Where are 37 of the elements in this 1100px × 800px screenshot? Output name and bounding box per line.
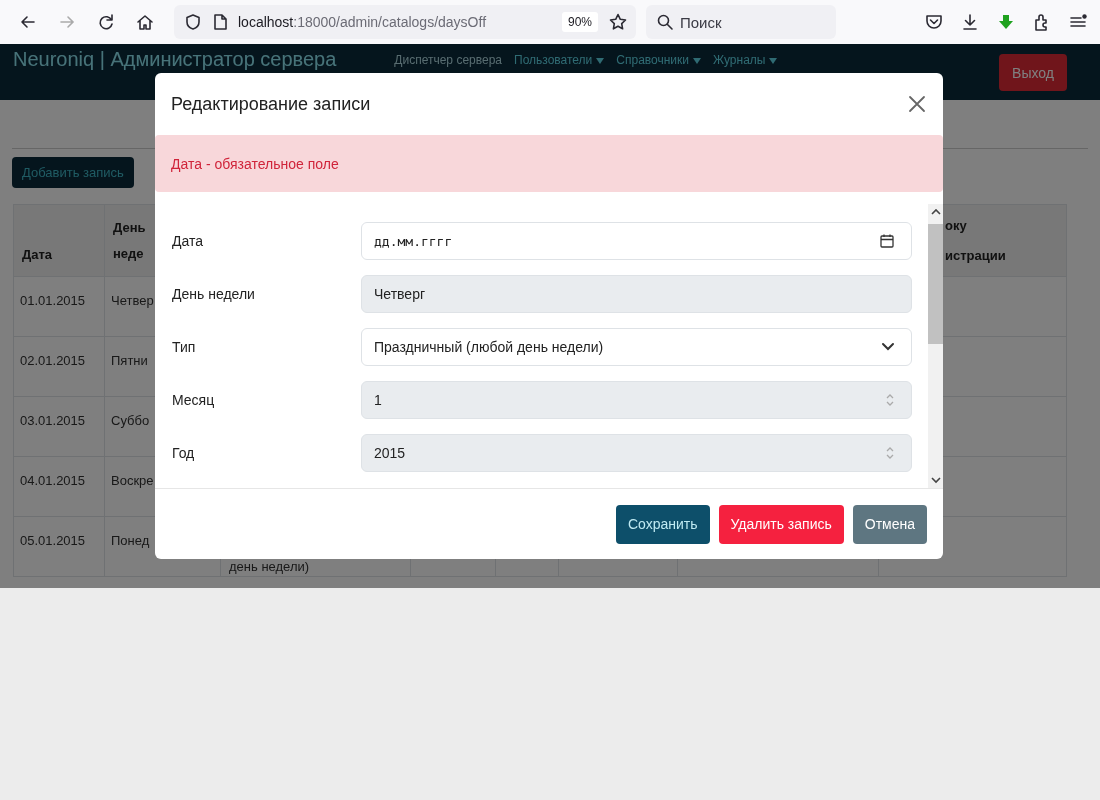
field-label: Дата (172, 233, 204, 249)
spinner-icon (885, 445, 895, 461)
page-icon (212, 13, 228, 31)
url-text: localhost:18000/admin/catalogs/daysOff (238, 14, 488, 30)
select-field[interactable]: Праздничный (любой день недели) (361, 328, 912, 366)
table-cell: 02.01.2015 (14, 337, 105, 397)
app-title: Neuroniq | Администратор сервера (13, 47, 337, 71)
search-field[interactable]: Поиск (646, 5, 836, 39)
address-bar[interactable]: localhost:18000/admin/catalogs/daysOff 90% (174, 5, 636, 39)
zoom-badge[interactable]: 90% (561, 12, 598, 32)
shield-icon (184, 13, 202, 31)
table-cell: 04.01.2015 (14, 457, 105, 517)
chevron-down-icon (881, 342, 895, 352)
table-cell: 01.01.2015 (14, 277, 105, 337)
table-cell: 05.01.2015 (14, 517, 105, 577)
home-icon[interactable] (135, 12, 155, 32)
pocket-icon[interactable] (924, 12, 944, 32)
error-alert: Дата - обязательное поле (155, 135, 943, 192)
star-icon[interactable] (608, 12, 628, 32)
cancel-button[interactable]: Отмена (852, 504, 927, 544)
date-field[interactable]: дд.мм.гггг (361, 222, 912, 260)
close-icon[interactable] (907, 94, 927, 114)
scroll-down-icon (930, 476, 941, 484)
table-cell: 03.01.2015 (14, 397, 105, 457)
delete-button[interactable]: Удалить запись (718, 504, 844, 544)
download-icon[interactable] (960, 12, 980, 32)
reload-icon[interactable] (96, 12, 116, 32)
scrollbar[interactable] (928, 204, 943, 488)
column-header: Дата (14, 205, 105, 277)
dialog-title: Редактирование записи (171, 93, 371, 115)
scroll-up-icon (930, 208, 941, 216)
field-label: Тип (172, 339, 197, 355)
search-icon (656, 13, 674, 31)
scroll-thumb[interactable] (928, 224, 943, 344)
save-button[interactable]: Сохранить (615, 504, 710, 544)
calendar-icon (879, 233, 895, 249)
spinner-icon (885, 392, 895, 408)
